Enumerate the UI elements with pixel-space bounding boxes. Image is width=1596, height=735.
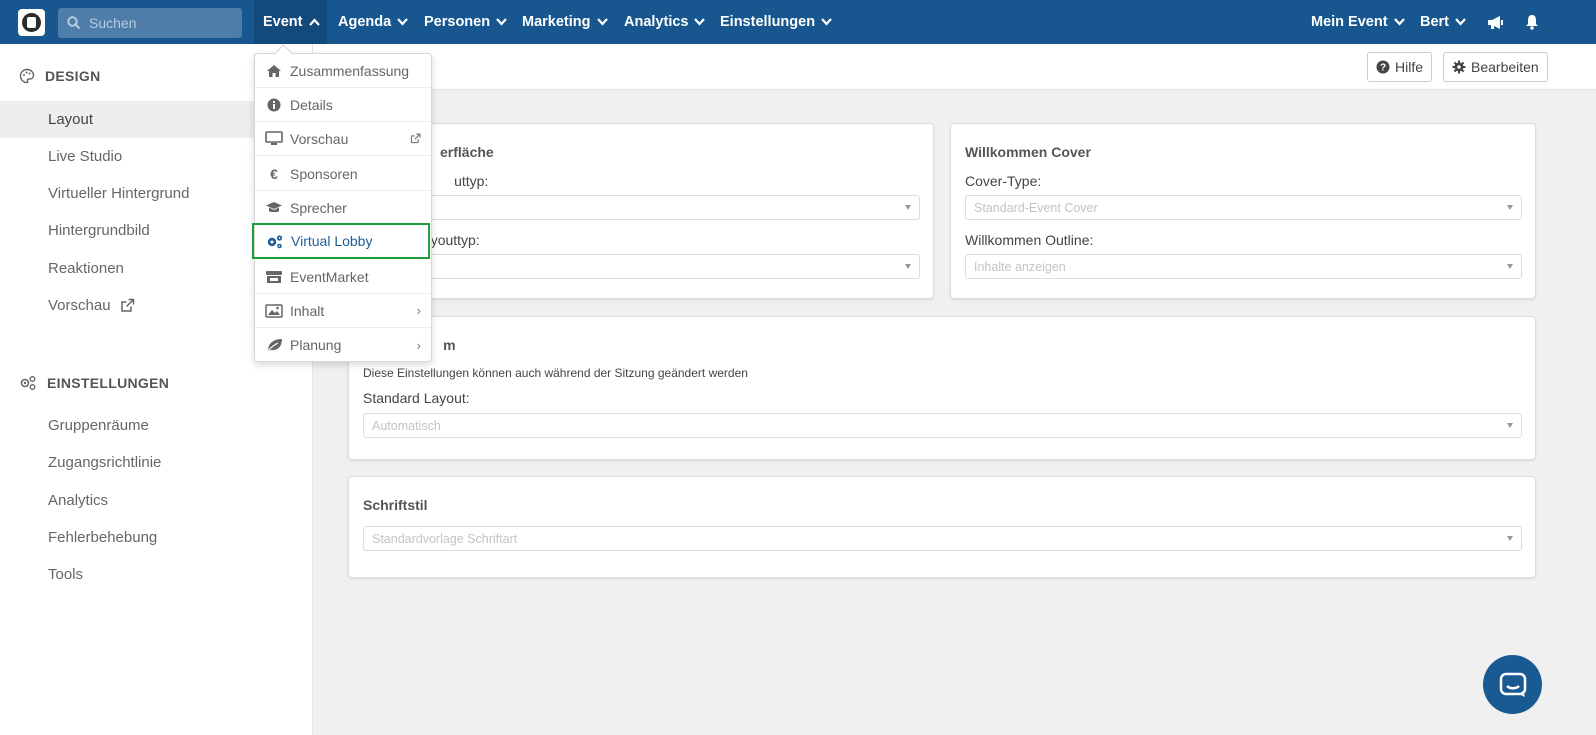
chevron-up-icon [308,18,320,26]
megaphone-icon [1488,15,1503,29]
chevron-down-icon [821,18,832,26]
sidebar-item-troubleshooting[interactable]: Fehlerbehebung [0,519,313,556]
panel-font-style: Schriftstil Standardvorlage Schriftart [348,476,1536,578]
panel-welcome-cover: Willkommen Cover Cover-Type: Standard-Ev… [950,123,1536,299]
mobile-layout-type-select[interactable] [363,254,920,279]
help-button[interactable]: ? Hilfe [1367,52,1433,82]
palette-icon [19,68,35,84]
menu-item-eventmarket[interactable]: EventMarket [255,260,431,294]
panel-note: Diese Einstellungen können auch während … [363,366,748,380]
panel-title: Willkommen Cover [965,144,1091,160]
sidebar-item-access-policy[interactable]: Zugangsrichtlinie [0,444,313,481]
info-icon [267,98,281,111]
chevron-down-icon [1455,18,1466,26]
cover-type-select[interactable]: Standard-Event Cover [965,195,1522,220]
chat-icon [1499,672,1526,697]
content-header: ? Hilfe Bearbeiten [313,44,1596,90]
layout-type-select[interactable] [363,195,920,220]
panel-ui-layout: Benutzeroberfläche Standard Layouttyp: M… [348,123,934,299]
images-icon [265,303,283,318]
external-link-icon [120,298,134,312]
panel-title: Schriftstil [363,497,428,513]
chevron-right-icon: › [416,337,421,353]
edit-button[interactable]: Bearbeiten [1443,52,1548,82]
chevron-down-icon [496,18,507,26]
welcome-outline-select[interactable]: Inhalte anzeigen [965,254,1522,279]
nav-analytics[interactable]: Analytics [624,0,706,44]
panel-room: Sitzungsraum Diese Einstellungen können … [348,316,1536,460]
svg-text:?: ? [1380,63,1386,74]
welcome-outline-label: Willkommen Outline: [965,232,1094,248]
nav-agenda[interactable]: Agenda [338,0,408,44]
gears-icon [20,376,36,390]
sidebar-item-breakout-rooms[interactable]: Gruppenräume [0,407,313,444]
nav-personen[interactable]: Personen [424,0,507,44]
graduation-cap-icon [266,202,282,213]
font-style-select[interactable]: Standardvorlage Schriftart [363,526,1522,551]
notifications-button[interactable] [1525,0,1539,44]
search-input[interactable] [89,15,229,31]
menu-item-virtual-lobby[interactable]: Virtual Lobby [252,223,430,259]
cover-type-label: Cover-Type: [965,173,1042,189]
menu-item-planning[interactable]: Planung › [255,328,431,362]
chevron-down-icon [694,18,706,26]
nav-marketing[interactable]: Marketing [522,0,608,44]
nav-mein-event[interactable]: Mein Event [1311,0,1405,44]
sidebar-section-design: DESIGN [19,68,100,84]
menu-item-details[interactable]: Details [255,88,431,122]
app-logo[interactable] [18,9,45,36]
event-dropdown-menu: Zusammenfassung Details Vorschau € Spons… [252,53,432,362]
leaf-icon [267,339,282,352]
euro-icon: € [270,165,278,182]
menu-item-preview[interactable]: Vorschau [255,122,431,156]
standard-layout-select[interactable]: Automatisch [363,413,1522,438]
nav-einstellungen[interactable]: Einstellungen [720,0,832,44]
nav-user-menu[interactable]: Bert [1420,0,1466,44]
question-circle-icon: ? [1376,60,1390,74]
menu-item-sponsors[interactable]: € Sponsoren [255,157,431,191]
chevron-down-icon [596,18,608,26]
monitor-icon [265,131,283,145]
gears-icon [267,234,283,248]
chat-launcher-button[interactable] [1483,655,1542,714]
external-link-icon [410,133,421,143]
search-icon [67,16,81,30]
menu-item-summary[interactable]: Zusammenfassung [255,54,431,88]
menu-item-content[interactable]: Inhalt › [255,294,431,328]
chevron-down-icon [1393,18,1405,26]
chevron-right-icon: › [416,303,421,318]
menu-item-speakers[interactable]: Sprecher [255,191,431,225]
bell-icon [1526,15,1538,30]
standard-layout-label: Standard Layout: [363,390,470,406]
nav-event[interactable]: Event [254,0,327,44]
chevron-down-icon [397,18,408,26]
search-box[interactable] [58,8,242,38]
home-icon [267,64,281,77]
announcements-button[interactable] [1487,0,1504,44]
sidebar-item-tools[interactable]: Tools [0,556,313,593]
store-icon [266,270,282,283]
sidebar-item-analytics[interactable]: Analytics [0,482,313,519]
sidebar-section-settings: EINSTELLUNGEN [19,375,169,391]
top-navbar: Event Agenda Personen Marketing Analytic… [0,0,1596,44]
gear-icon [1452,60,1466,74]
